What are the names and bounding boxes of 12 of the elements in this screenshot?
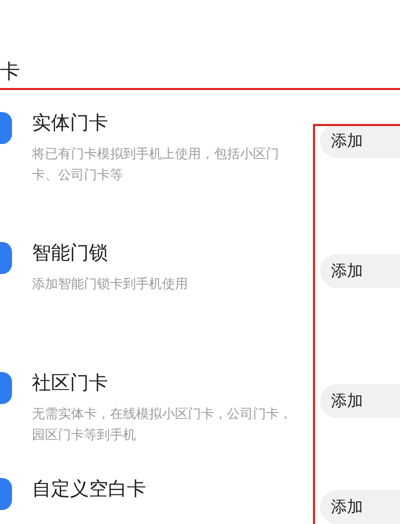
section-title: 卡 xyxy=(0,59,20,83)
add-button[interactable]: 添加 xyxy=(320,490,400,524)
card-title: 实体门卡 xyxy=(32,111,109,136)
card-title: 社区门卡 xyxy=(32,371,109,396)
add-button[interactable]: 添加 xyxy=(320,384,400,418)
card-description: 将已有门卡模拟到手机上使用，包括小区门卡、公司门卡等 xyxy=(32,146,280,185)
card-title: 自定义空白卡 xyxy=(32,477,147,502)
card-description: 无需实体卡，在线模拟小区门卡，公司门卡，园区门卡等到手机 xyxy=(32,406,293,445)
add-button[interactable]: 添加 xyxy=(320,254,400,288)
card-description: 添加智能门锁卡到手机使用 xyxy=(32,276,189,294)
card-title: 智能门锁 xyxy=(32,241,109,266)
add-button[interactable]: 添加 xyxy=(320,124,400,158)
